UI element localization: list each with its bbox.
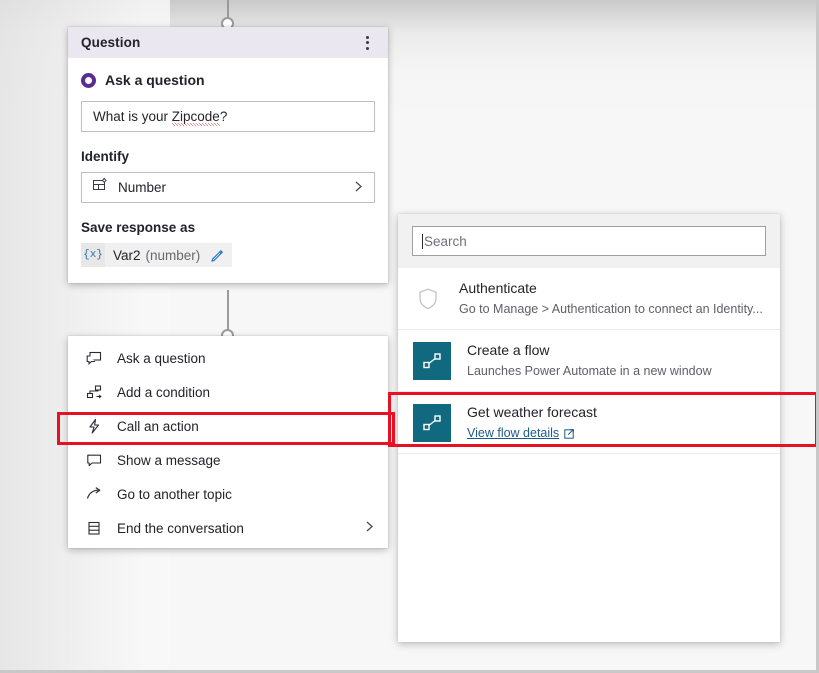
action-item-title: Create a flow (467, 342, 550, 358)
action-item-subtitle: Go to Manage > Authentication to connect… (459, 302, 763, 316)
view-flow-details-link[interactable]: View flow details (467, 424, 575, 442)
menu-item-label: Ask a question (117, 350, 206, 366)
question-card-body: Ask a question What is your Zipcode? Ide… (68, 58, 388, 283)
menu-item-ask-a-question[interactable]: Ask a question (68, 341, 388, 375)
power-automate-icon (413, 341, 451, 380)
action-item-title: Authenticate (459, 280, 537, 296)
menu-item-label: Add a condition (117, 384, 211, 400)
chevron-right-icon (363, 519, 376, 537)
node-action-menu: Ask a question Add a condition Call an a… (68, 336, 388, 548)
question-text-value: What is your Zipcode? (93, 109, 228, 126)
search-container: Search (398, 214, 780, 268)
search-input[interactable]: Search (412, 226, 766, 256)
menu-item-show-a-message[interactable]: Show a message (68, 443, 388, 477)
question-bubble-icon (86, 350, 108, 367)
external-link-icon (564, 428, 575, 439)
action-item-create-a-flow[interactable]: Create a flow Launches Power Automate in… (398, 330, 780, 392)
question-card-header: Question (68, 27, 388, 58)
message-bubble-icon (86, 452, 108, 469)
action-item-get-weather-forecast[interactable]: Get weather forecast View flow details (398, 392, 780, 454)
action-item-text: Get weather forecast View flow details (467, 403, 597, 442)
misspelled-word: Zipcode (171, 109, 220, 126)
ask-a-question-label: Ask a question (105, 72, 205, 88)
response-variable-chip[interactable]: {x} Var2 (number) (81, 243, 233, 267)
power-automate-icon (413, 403, 451, 442)
action-item-title: Get weather forecast (467, 404, 597, 420)
action-item-text: Create a flow Launches Power Automate in… (467, 341, 712, 380)
menu-item-label: Show a message (117, 452, 221, 468)
search-placeholder: Search (424, 233, 467, 249)
action-item-text: Authenticate Go to Manage > Authenticati… (459, 279, 763, 318)
variable-type: (number) (145, 247, 201, 263)
shield-icon (413, 287, 443, 311)
variable-name: Var2 (113, 247, 141, 263)
question-card-title: Question (81, 35, 141, 50)
menu-item-go-to-another-topic[interactable]: Go to another topic (68, 477, 388, 511)
kebab-menu-icon[interactable] (356, 31, 378, 55)
lightning-bolt-icon (86, 418, 108, 435)
power-virtual-agents-authoring-canvas: Question Ask a question What is your Zip… (0, 0, 819, 673)
menu-item-end-the-conversation[interactable]: End the conversation (68, 511, 388, 545)
identify-label: Identify (81, 149, 130, 164)
chevron-right-icon (352, 179, 365, 197)
menu-item-add-a-condition[interactable]: Add a condition (68, 375, 388, 409)
question-text-input[interactable]: What is your Zipcode? (81, 101, 375, 132)
pencil-icon[interactable] (210, 248, 225, 263)
identify-selected-value: Number (118, 180, 167, 195)
action-item-authenticate[interactable]: Authenticate Go to Manage > Authenticati… (398, 268, 780, 330)
save-response-label: Save response as (81, 220, 196, 235)
action-picker-flyout: Search Authenticate Go to Manage > Authe… (398, 214, 780, 642)
menu-item-label: End the conversation (117, 520, 244, 536)
branch-condition-icon (86, 384, 108, 401)
menu-item-label: Go to another topic (117, 486, 232, 502)
view-flow-details-label: View flow details (467, 426, 560, 440)
ask-a-question-option[interactable]: Ask a question (81, 72, 375, 88)
radio-selected-icon (81, 72, 96, 88)
entity-grid-icon (92, 177, 108, 198)
end-list-icon (86, 520, 108, 537)
action-item-subtitle: Launches Power Automate in a new window (467, 364, 712, 378)
menu-item-call-an-action[interactable]: Call an action (68, 409, 388, 443)
identify-entity-dropdown[interactable]: Number (81, 172, 375, 203)
arrow-redirect-icon (86, 486, 108, 503)
question-node-card: Question Ask a question What is your Zip… (68, 27, 388, 283)
menu-item-label: Call an action (117, 418, 199, 434)
variable-badge-icon: {x} (81, 243, 105, 267)
text-caret (422, 233, 423, 249)
